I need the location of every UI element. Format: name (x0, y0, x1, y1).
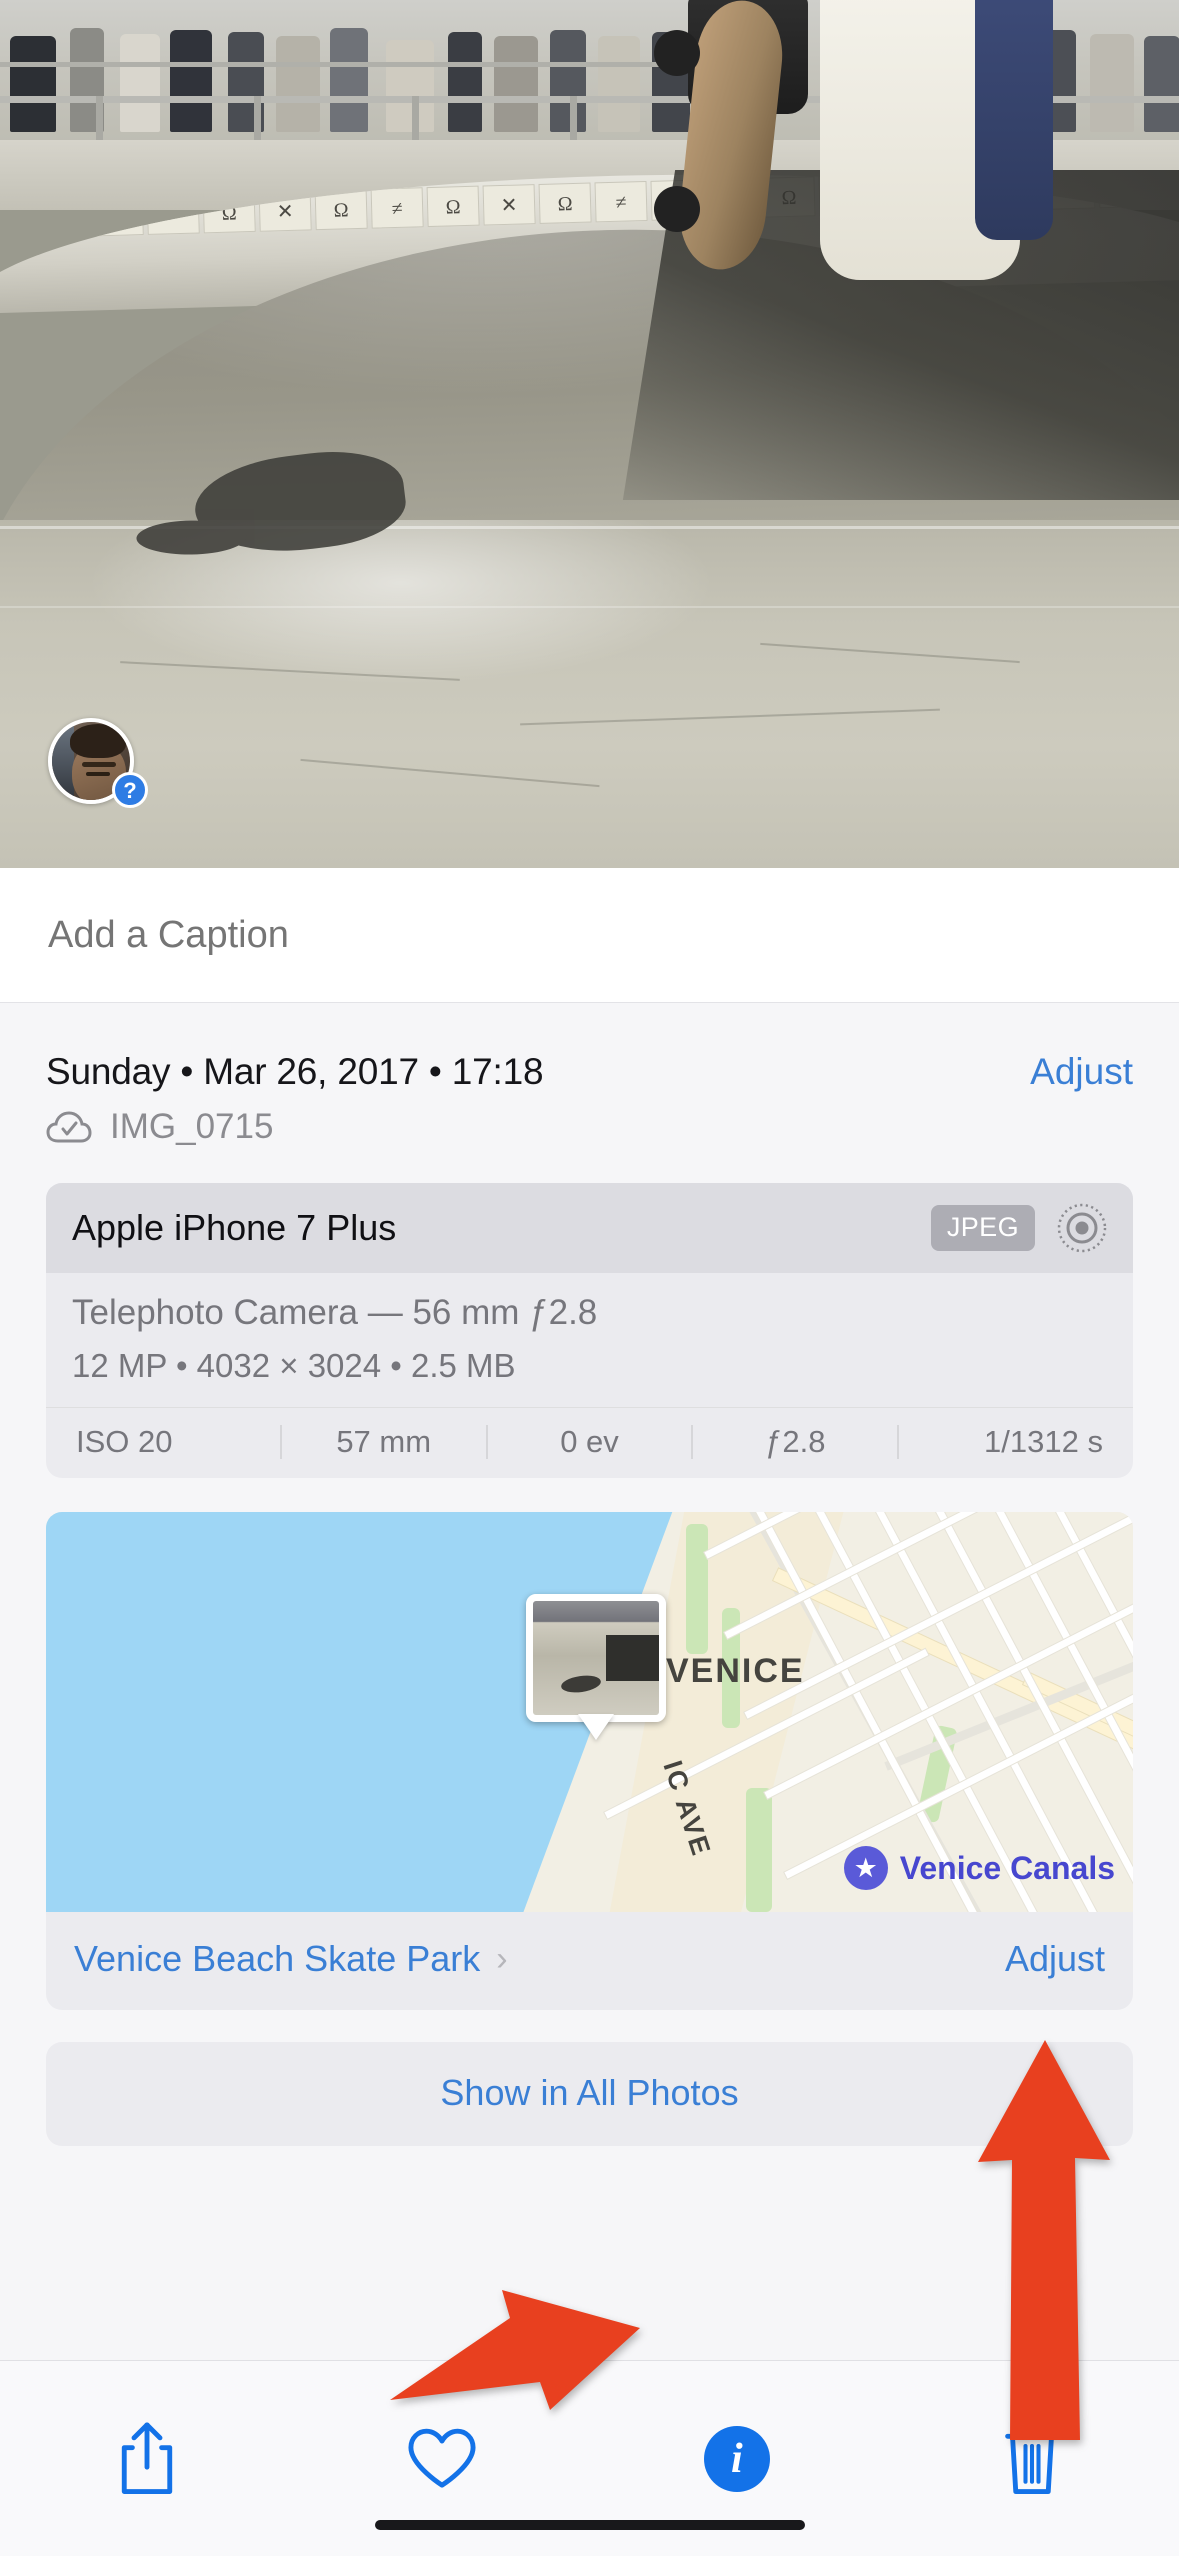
photo-bowl-floor (0, 520, 1179, 868)
exif-iso: ISO 20 (76, 1424, 173, 1459)
photo-pin-thumbnail (526, 1594, 666, 1722)
location-row: Venice Beach Skate Park › Adjust (46, 1912, 1133, 2010)
annotation-arrow-to-adjust-button (978, 2040, 1110, 2440)
location-link[interactable]: Venice Beach Skate Park › (74, 1938, 508, 1980)
camera-card-body: Telephoto Camera — 56 mm ƒ2.8 12 MP • 40… (46, 1273, 1133, 1407)
map-poi-label: Venice Canals (899, 1849, 1115, 1886)
chevron-right-icon: › (496, 1939, 508, 1978)
location-card[interactable]: VENICE IC AVE ★ Venice Canals Venice Bea… (46, 1512, 1133, 2010)
lens-description: Telephoto Camera — 56 mm ƒ2.8 (72, 1293, 598, 1332)
exif-shutter-speed: 1/1312 s (984, 1424, 1103, 1459)
file-name: IMG_0715 (110, 1107, 274, 1146)
show-in-all-photos-label: Show in All Photos (440, 2072, 739, 2113)
exif-exposure-bias: 0 ev (560, 1424, 619, 1459)
caption-area[interactable] (0, 868, 1179, 1003)
file-row: IMG_0715 (46, 1107, 1133, 1147)
annotation-arrow-to-info-button (390, 2290, 640, 2410)
photo-date: Sunday • Mar 26, 2017 • 17:18 (46, 1051, 544, 1092)
adjust-date-button[interactable]: Adjust (1030, 1051, 1133, 1093)
image-specs: 12 MP • 4032 × 3024 • 2.5 MB (72, 1347, 516, 1384)
unidentified-face-badge[interactable]: ? (112, 772, 148, 808)
photos-detail-screen: Ω ✕ Ω ≠ Ω ✕ Ω ≠ Ω ✕ Ω ≠ Ω ✕ Ω ≠ Ω ✕ Ω ≠ … (0, 0, 1179, 2556)
map-poi-venice-canals[interactable]: ★ Venice Canals (843, 1846, 1115, 1890)
exif-row: ISO 20 57 mm 0 ev ƒ2.8 1/1312 s (46, 1407, 1133, 1478)
share-button[interactable] (92, 2404, 202, 2514)
camera-card-header: Apple iPhone 7 Plus JPEG (46, 1183, 1133, 1273)
camera-info-card[interactable]: Apple iPhone 7 Plus JPEG Telephoto Camer… (46, 1183, 1133, 1478)
aperture-icon (1057, 1203, 1107, 1253)
pin-tail (578, 1714, 614, 1740)
exif-aperture: ƒ2.8 (765, 1424, 826, 1459)
adjust-location-button[interactable]: Adjust (1005, 1938, 1105, 1980)
photo-bystander-pants (975, 0, 1053, 240)
date-row: Sunday • Mar 26, 2017 • 17:18 Adjust (46, 1003, 1133, 1093)
file-format-badge: JPEG (930, 1205, 1035, 1251)
photo-viewer[interactable]: Ω ✕ Ω ≠ Ω ✕ Ω ≠ Ω ✕ Ω ≠ Ω ✕ Ω ≠ Ω ✕ Ω ≠ … (0, 0, 1179, 868)
photo-skateboard (654, 0, 790, 300)
location-name[interactable]: Venice Beach Skate Park (74, 1938, 480, 1980)
home-indicator (374, 2520, 805, 2530)
cloud-check-icon (46, 1111, 92, 1143)
camera-device-name: Apple iPhone 7 Plus (72, 1207, 397, 1248)
map-view[interactable]: VENICE IC AVE ★ Venice Canals (46, 1512, 1133, 1912)
share-icon (122, 2421, 173, 2494)
caption-input[interactable] (0, 913, 1179, 957)
star-pin-icon: ★ (843, 1846, 888, 1890)
map-area-label: VENICE (666, 1652, 805, 1690)
exif-focal-length: 57 mm (336, 1424, 432, 1459)
photo-location-pin[interactable] (526, 1594, 666, 1740)
info-panel: Sunday • Mar 26, 2017 • 17:18 Adjust IMG… (0, 1003, 1179, 2146)
